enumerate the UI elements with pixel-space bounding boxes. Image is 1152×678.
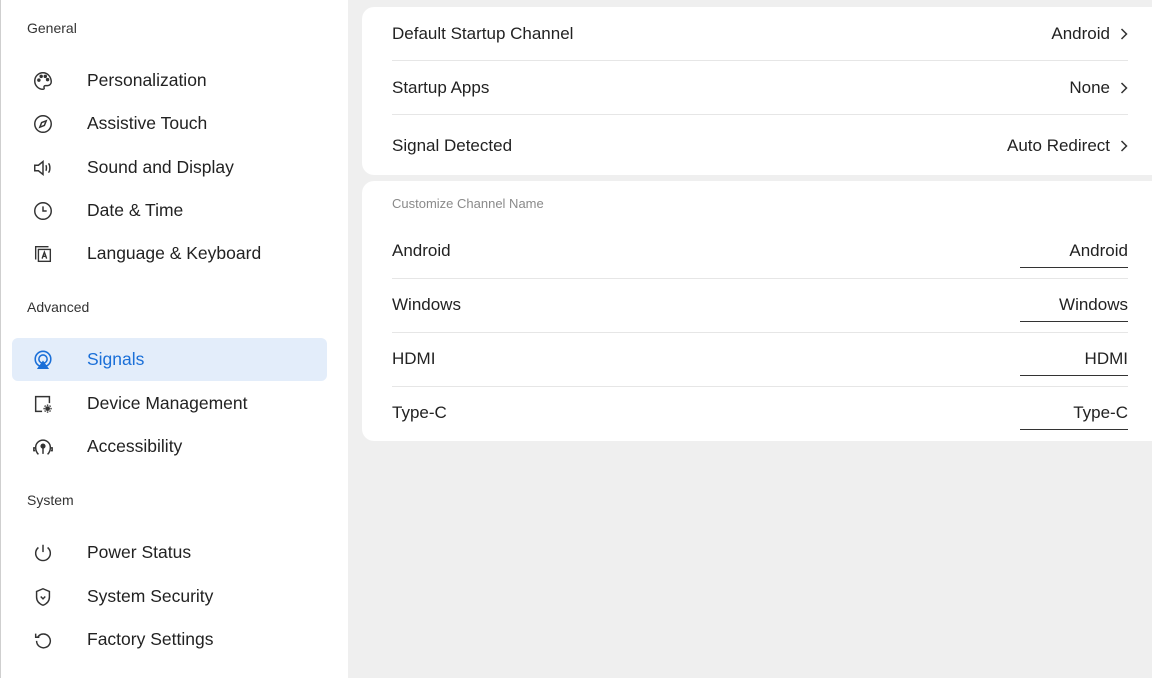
row-value-wrap: None	[1069, 78, 1128, 98]
section-header-general: General	[27, 20, 77, 36]
default-startup-channel-row[interactable]: Default Startup Channel Android	[392, 7, 1128, 61]
startup-settings-card: Default Startup Channel Android Startup …	[362, 7, 1152, 175]
sidebar-item-assistive-touch[interactable]: Assistive Touch	[12, 102, 327, 145]
row-value: None	[1069, 77, 1110, 97]
sidebar-item-date-time[interactable]: Date & Time	[12, 189, 327, 232]
palette-icon	[31, 69, 55, 93]
clock-icon	[31, 199, 55, 223]
channel-name-header: Customize Channel Name	[392, 196, 544, 211]
row-label: HDMI	[392, 349, 436, 368]
sidebar-item-label: Signals	[87, 349, 145, 369]
chevron-right-icon	[1120, 81, 1128, 95]
sidebar-item-label: Assistive Touch	[87, 113, 208, 133]
sidebar-item-power-status[interactable]: Power Status	[12, 531, 327, 574]
row-label: Startup Apps	[392, 77, 490, 97]
sidebar-item-accessibility[interactable]: Accessibility	[12, 425, 327, 468]
channel-row-windows: Windows	[392, 279, 1128, 333]
row-label: Android	[392, 241, 451, 260]
sidebar-item-label: Sound and Display	[87, 157, 234, 177]
row-value-wrap: Auto Redirect	[1007, 136, 1128, 156]
channel-name-field-hdmi[interactable]	[1020, 343, 1128, 376]
sidebar-item-label: Language & Keyboard	[87, 243, 262, 263]
chevron-right-icon	[1120, 27, 1128, 41]
section-header-system: System	[27, 492, 74, 508]
channel-row-hdmi: HDMI	[392, 333, 1128, 387]
sidebar-item-label: Date & Time	[87, 200, 184, 220]
reset-icon	[31, 628, 55, 652]
sidebar-item-system-security[interactable]: System Security	[12, 575, 327, 618]
chevron-right-icon	[1120, 139, 1128, 153]
row-value-wrap: Android	[1051, 24, 1128, 44]
signal-detected-row[interactable]: Signal Detected Auto Redirect	[392, 119, 1128, 173]
power-icon	[31, 541, 55, 565]
sidebar-item-sound-display[interactable]: Sound and Display	[12, 146, 327, 189]
sidebar: General Personalization Assistive Touch …	[0, 0, 348, 678]
sidebar-item-signals[interactable]: Signals	[12, 338, 327, 381]
channel-name-field-windows[interactable]	[1020, 289, 1128, 322]
channel-name-field-android[interactable]	[1020, 235, 1128, 268]
row-label: Signal Detected	[392, 136, 513, 155]
shield-icon	[31, 585, 55, 609]
speaker-icon	[31, 156, 55, 180]
startup-apps-row[interactable]: Startup Apps None	[392, 61, 1128, 115]
sidebar-item-factory-settings[interactable]: Factory Settings	[12, 618, 327, 661]
row-label: Default Startup Channel	[392, 23, 574, 43]
keyboard-language-icon	[31, 242, 55, 266]
sidebar-item-device-management[interactable]: Device Management	[12, 382, 327, 425]
sidebar-item-label: Factory Settings	[87, 629, 214, 649]
row-label: Type-C	[392, 403, 447, 422]
channel-row-android: Android	[392, 225, 1128, 279]
channel-name-card: Customize Channel Name Android Windows H…	[362, 181, 1152, 441]
sidebar-item-label: Personalization	[87, 70, 207, 90]
sidebar-item-language-keyboard[interactable]: Language & Keyboard	[12, 232, 327, 275]
compass-icon	[31, 112, 55, 136]
row-value: Android	[1051, 23, 1110, 43]
row-label: Windows	[392, 295, 461, 314]
signal-icon	[31, 348, 55, 372]
device-settings-icon	[31, 392, 55, 416]
section-header-advanced: Advanced	[27, 299, 90, 315]
channel-row-type-c: Type-C	[392, 387, 1128, 441]
channel-name-field-type-c[interactable]	[1020, 397, 1128, 430]
sidebar-item-label: Power Status	[87, 542, 192, 562]
accessibility-icon	[31, 435, 55, 459]
row-value: Auto Redirect	[1007, 136, 1110, 155]
sidebar-item-label: Accessibility	[87, 436, 183, 456]
sidebar-item-label: System Security	[87, 586, 214, 606]
sidebar-item-label: Device Management	[87, 393, 248, 413]
sidebar-item-personalization[interactable]: Personalization	[12, 59, 327, 102]
